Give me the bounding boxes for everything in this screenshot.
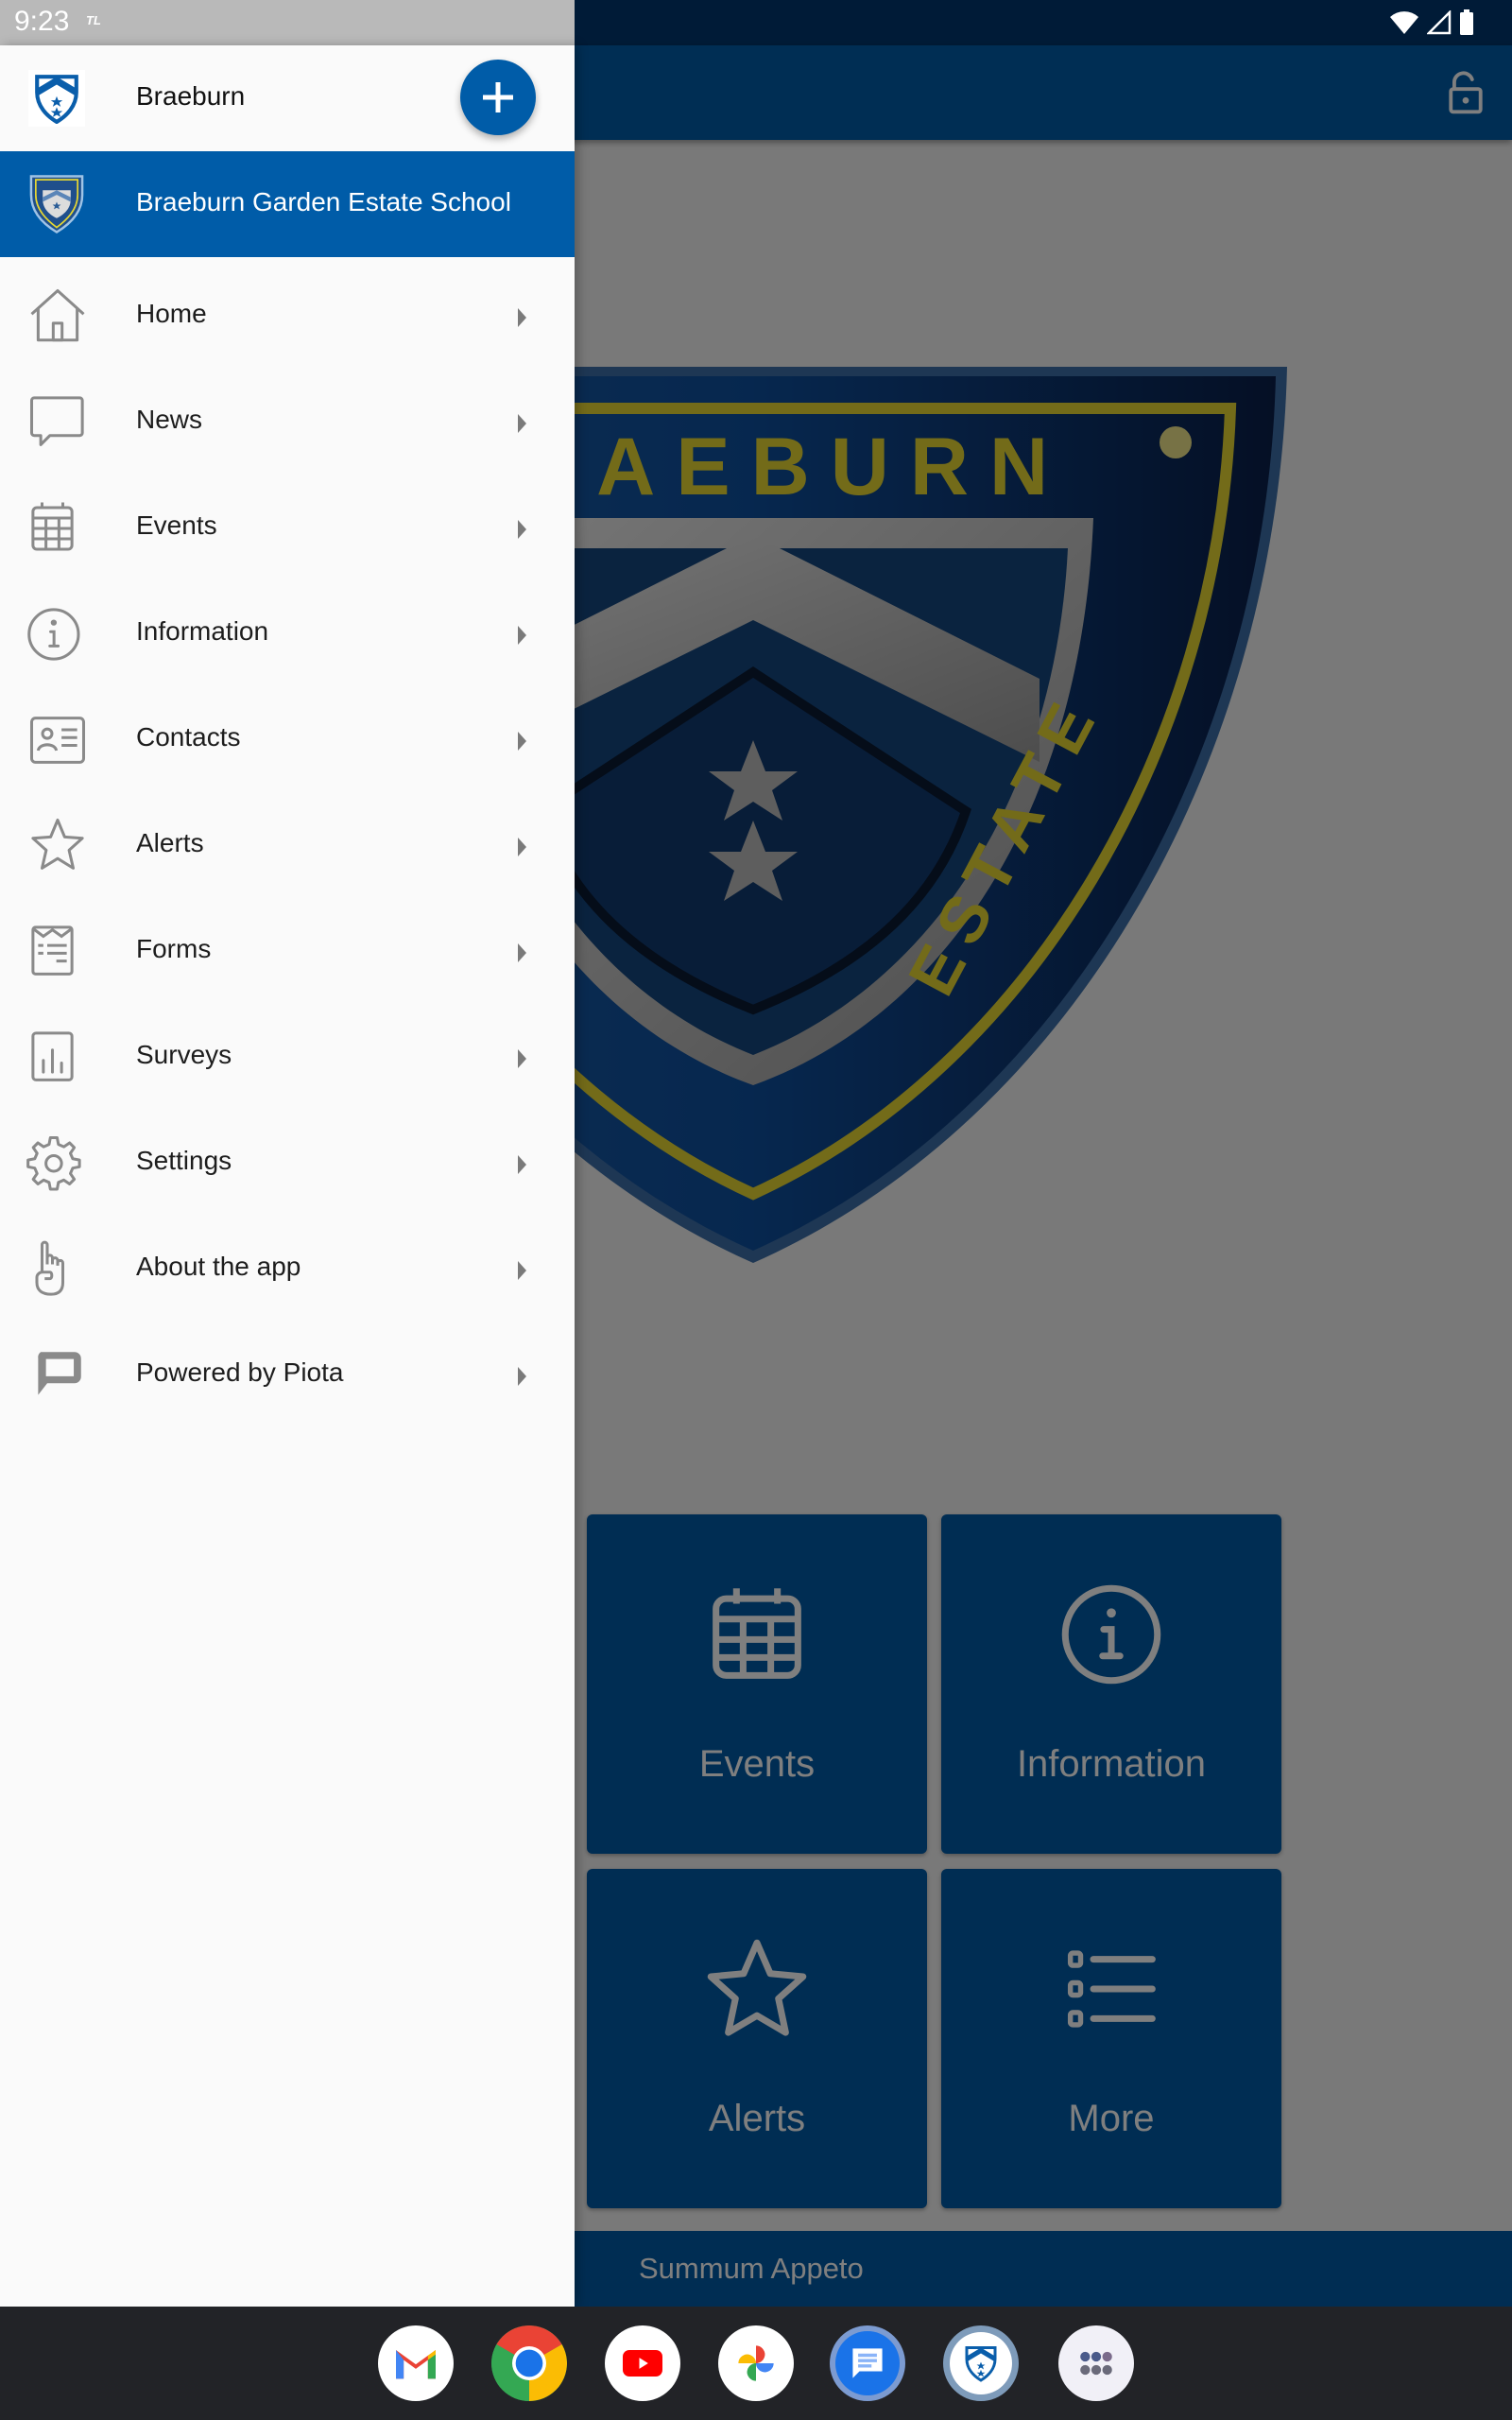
drawer-header: Braeburn — [0, 45, 575, 151]
menu-item-alerts[interactable]: Alerts — [0, 792, 575, 898]
chat-bubble-icon — [29, 396, 84, 446]
menu-label: Forms — [136, 934, 212, 963]
menu-label: News — [136, 405, 203, 434]
dock-app-photos[interactable] — [718, 2325, 794, 2401]
messages-icon — [835, 2331, 900, 2395]
status-bar: 9:23 TL — [0, 0, 1512, 45]
menu-item-news[interactable]: News — [0, 369, 575, 475]
form-icon — [31, 925, 74, 976]
drawer-header-title: Braeburn — [136, 81, 246, 111]
plus-icon — [483, 82, 513, 112]
app-grid-icon — [1080, 2351, 1112, 2376]
selected-school-name: Braeburn Garden Estate School — [136, 187, 511, 216]
carrier-badge-icon: TL — [86, 13, 101, 27]
chevron-right-icon — [518, 943, 526, 962]
chevron-right-icon — [518, 838, 526, 856]
dock-app-youtube[interactable] — [605, 2325, 680, 2401]
chevron-right-icon — [518, 626, 526, 645]
piota-logo-icon — [38, 1352, 81, 1395]
menu-item-surveys[interactable]: Surveys — [0, 1004, 575, 1110]
selected-school-item[interactable]: Braeburn Garden Estate School — [0, 151, 575, 257]
menu-label: Home — [136, 299, 207, 328]
shield-logo-icon — [35, 75, 78, 124]
menu-label: Events — [136, 510, 217, 540]
cell-signal-icon — [1427, 10, 1452, 35]
menu-item-home[interactable]: Home — [0, 263, 575, 369]
photos-icon — [738, 2345, 774, 2381]
wifi-icon — [1390, 11, 1418, 34]
chevron-right-icon — [518, 1367, 526, 1386]
taskbar-dock — [0, 2307, 1512, 2420]
chevron-right-icon — [518, 732, 526, 751]
dock-app-braeburn[interactable] — [943, 2325, 1019, 2401]
drawer-menu: Home News Events Information Contacts Al… — [0, 263, 575, 1427]
calendar-icon — [31, 502, 74, 551]
school-crest-icon — [29, 175, 84, 233]
shield-logo-icon — [965, 2346, 997, 2382]
menu-item-settings[interactable]: Settings — [0, 1110, 575, 1216]
menu-label: Contacts — [136, 722, 241, 752]
menu-label: Powered by Piota — [136, 1357, 344, 1387]
clock: 9:23 — [14, 6, 70, 37]
chevron-right-icon — [518, 1049, 526, 1068]
gear-icon — [26, 1135, 81, 1191]
chevron-right-icon — [518, 308, 526, 327]
braeburn-app-badge — [950, 2332, 1012, 2394]
contact-card-icon — [29, 717, 86, 764]
menu-item-about-the-app[interactable]: About the app — [0, 1216, 575, 1322]
battery-icon — [1460, 9, 1473, 35]
star-icon — [31, 818, 84, 870]
navigation-drawer: Braeburn Braeburn Garden Estate School H… — [0, 45, 575, 2307]
braeburn-shield-logo — [28, 70, 85, 127]
bar-chart-icon — [31, 1031, 74, 1081]
menu-item-powered-by-piota[interactable]: Powered by Piota — [0, 1322, 575, 1427]
menu-label: Alerts — [136, 828, 204, 857]
home-icon — [30, 288, 85, 342]
hand-pointer-icon — [35, 1240, 65, 1296]
menu-item-forms[interactable]: Forms — [0, 898, 575, 1004]
dock-app-messages[interactable] — [830, 2325, 905, 2401]
menu-label: About the app — [136, 1252, 301, 1281]
youtube-icon — [623, 2350, 662, 2377]
menu-label: Surveys — [136, 1040, 232, 1069]
menu-item-contacts[interactable]: Contacts — [0, 686, 575, 792]
menu-label: Settings — [136, 1146, 232, 1175]
chevron-right-icon — [518, 414, 526, 433]
system-icons — [1389, 9, 1474, 36]
add-school-button[interactable] — [460, 60, 536, 135]
menu-item-events[interactable]: Events — [0, 475, 575, 580]
gmail-icon — [396, 2350, 436, 2379]
menu-item-information[interactable]: Information — [0, 580, 575, 686]
screen: BRAEBURN ESTATE Events — [0, 0, 1512, 2420]
menu-label: Information — [136, 616, 269, 646]
status-bar-drawer-section: 9:23 TL — [0, 0, 575, 45]
chevron-right-icon — [518, 1261, 526, 1280]
chevron-right-icon — [518, 520, 526, 539]
dock-app-drawer[interactable] — [1058, 2325, 1134, 2401]
dock-app-chrome[interactable] — [491, 2325, 567, 2401]
chevron-right-icon — [518, 1155, 526, 1174]
dock-app-gmail[interactable] — [378, 2325, 454, 2401]
chrome-icon — [491, 2325, 567, 2401]
info-icon — [27, 608, 80, 661]
